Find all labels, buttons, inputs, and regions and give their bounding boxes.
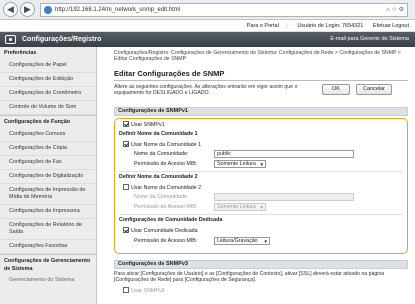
community1-mib-value: Somente Leitura <box>217 161 256 167</box>
use-snmpv1-checkbox[interactable] <box>123 121 129 127</box>
sidebar-item-system-management[interactable]: Gerenciamento do Sistema <box>0 275 96 286</box>
sidebar-item-copy[interactable]: Configurações de Cópia <box>0 142 96 156</box>
use-snmpv1-label: Usar SNMPv1 <box>131 122 165 128</box>
divider <box>119 214 403 215</box>
use-community1-row[interactable]: Usar Nome da Comunidade 1 <box>123 141 201 149</box>
sidebar-item-common[interactable]: Configurações Comuns <box>0 128 96 142</box>
sidebar-item-favorites[interactable]: Configurações Favoritas <box>0 240 96 254</box>
sidebar-item-display[interactable]: Configurações de Exibição <box>0 73 96 87</box>
portal-link[interactable]: Para o Portal <box>247 23 279 29</box>
dedicated-mib-label: Permissão de Acesso MIB: <box>134 238 198 244</box>
community2-mib-label: Permissão de Acesso MIB: <box>134 204 198 210</box>
divider <box>119 171 403 172</box>
logout-link[interactable]: Efetuar Logout <box>373 23 409 29</box>
notice-text: Altere as seguintes configurações. As al… <box>114 84 298 96</box>
community2-heading: Definir Nome da Comunidade 2 <box>119 174 198 180</box>
browser-toolbar: ◀ ▶ http://192.168.1.24/m_network_snmp_e… <box>0 0 415 20</box>
email-admin-link[interactable]: E-mail para Gerente do Sistema <box>330 35 409 44</box>
back-arrow-icon[interactable]: ◀ <box>3 2 18 17</box>
chevron-down-icon: ▼ <box>259 205 264 210</box>
chevron-down-icon: ▼ <box>259 162 264 167</box>
use-community2-label: Usar Nome da Comunidade 2 <box>131 185 202 191</box>
ok-button[interactable]: OK <box>322 84 350 95</box>
community1-heading: Definir Nome da Comunidade 1 <box>119 131 198 137</box>
browser-logo-icon <box>44 6 52 14</box>
snmpv3-section-header: Configurações de SNMPv3 <box>114 260 408 269</box>
sidebar-section-function: Configurações de Função <box>0 115 96 128</box>
use-community2-row[interactable]: Usar Nome da Comunidade 2 <box>123 184 201 192</box>
forward-arrow-icon[interactable]: ▶ <box>20 2 35 17</box>
community2-mib-value: Somente Leitura <box>217 204 256 210</box>
app-title: Configurações/Registro <box>22 36 102 43</box>
dedicated-mib-value: Leitura/Gravação <box>217 238 258 244</box>
use-snmpv3-checkbox[interactable] <box>123 287 129 293</box>
use-snmpv3-label: Usar SNMPv3 <box>131 288 165 294</box>
main-content: Configurações/Registro: Configurações de… <box>97 47 415 304</box>
app-header: Configurações/Registro E-mail para Geren… <box>0 32 415 47</box>
chevron-down-icon: ▼ <box>263 239 268 244</box>
sidebar-item-volume[interactable]: Controle do Volume do Som <box>0 101 96 115</box>
sidebar-section-system: Configurações de Gerenciamento de Sistem… <box>0 254 96 275</box>
community2-name-input[interactable] <box>214 193 354 201</box>
address-bar[interactable]: http://192.168.1.24/m_network_snmp_edit.… <box>40 3 408 17</box>
settings-logo-icon <box>5 35 16 44</box>
sidebar-item-report[interactable]: Configurações de Relatório de Saída <box>0 219 96 240</box>
top-bar: Para o Portal | Usuário de Login: 765432… <box>0 20 415 32</box>
community1-name-label: Nome da Comunidade: <box>134 151 189 157</box>
login-user: Usuário de Login: 7654321 <box>297 23 364 29</box>
sidebar-item-printer[interactable]: Configurações da Impressora <box>0 205 96 219</box>
use-dedicated-label: Usar Comunidade Dedicada <box>131 228 198 234</box>
dedicated-heading: Configurações de Comunidade Dedicada <box>119 217 223 223</box>
sidebar-item-timer[interactable]: Configurações do Cronômetro <box>0 87 96 101</box>
sidebar-section-preferences: Preferências <box>4 50 37 56</box>
sidebar-item-memory-print[interactable]: Configurações de Impressão de Mídia de M… <box>0 184 96 205</box>
breadcrumb: Configurações/Registro: Configurações de… <box>114 50 401 62</box>
page-title: Editar Configurações de SNMP <box>114 69 225 78</box>
sidebar-item-fax[interactable]: Configurações de Fax <box>0 156 96 170</box>
use-dedicated-checkbox[interactable] <box>123 227 129 233</box>
sidebar-item-paper[interactable]: Configurações de Papel <box>0 59 96 73</box>
use-community2-checkbox[interactable] <box>123 184 129 190</box>
cancel-button[interactable]: Cancelar <box>356 84 392 95</box>
use-community1-checkbox[interactable] <box>123 141 129 147</box>
browser-tools-icon[interactable]: ⌂ ☆ ⚙ <box>386 4 404 16</box>
community2-name-label: Nome da Comunidade: <box>134 194 189 200</box>
use-dedicated-row[interactable]: Usar Comunidade Dedicada <box>123 227 198 235</box>
sidebar-item-scan[interactable]: Configurações de Digitalização <box>0 170 96 184</box>
snmpv1-section-header: Configurações de SNMPv1 <box>114 107 408 116</box>
snmpv3-notice: Para ativar [Configurações de Usuário] e… <box>114 271 385 283</box>
use-community1-label: Usar Nome da Comunidade 1 <box>131 142 202 148</box>
title-divider <box>114 80 408 81</box>
community1-mib-label: Permissão de Acesso MIB: <box>134 161 198 167</box>
url-text: http://192.168.1.24/m_network_snmp_edit.… <box>55 7 181 13</box>
community1-name-input[interactable]: public <box>214 150 354 158</box>
community1-mib-select[interactable]: Somente Leitura ▼ <box>214 160 266 168</box>
use-snmpv1-row[interactable]: Usar SNMPv1 <box>123 121 165 129</box>
community2-mib-select[interactable]: Somente Leitura ▼ <box>214 203 266 211</box>
use-snmpv3-row[interactable]: Usar SNMPv3 <box>123 287 165 295</box>
sidebar: Preferências Configurações de Papel Conf… <box>0 47 97 304</box>
dedicated-mib-select[interactable]: Leitura/Gravação ▼ <box>214 237 270 245</box>
